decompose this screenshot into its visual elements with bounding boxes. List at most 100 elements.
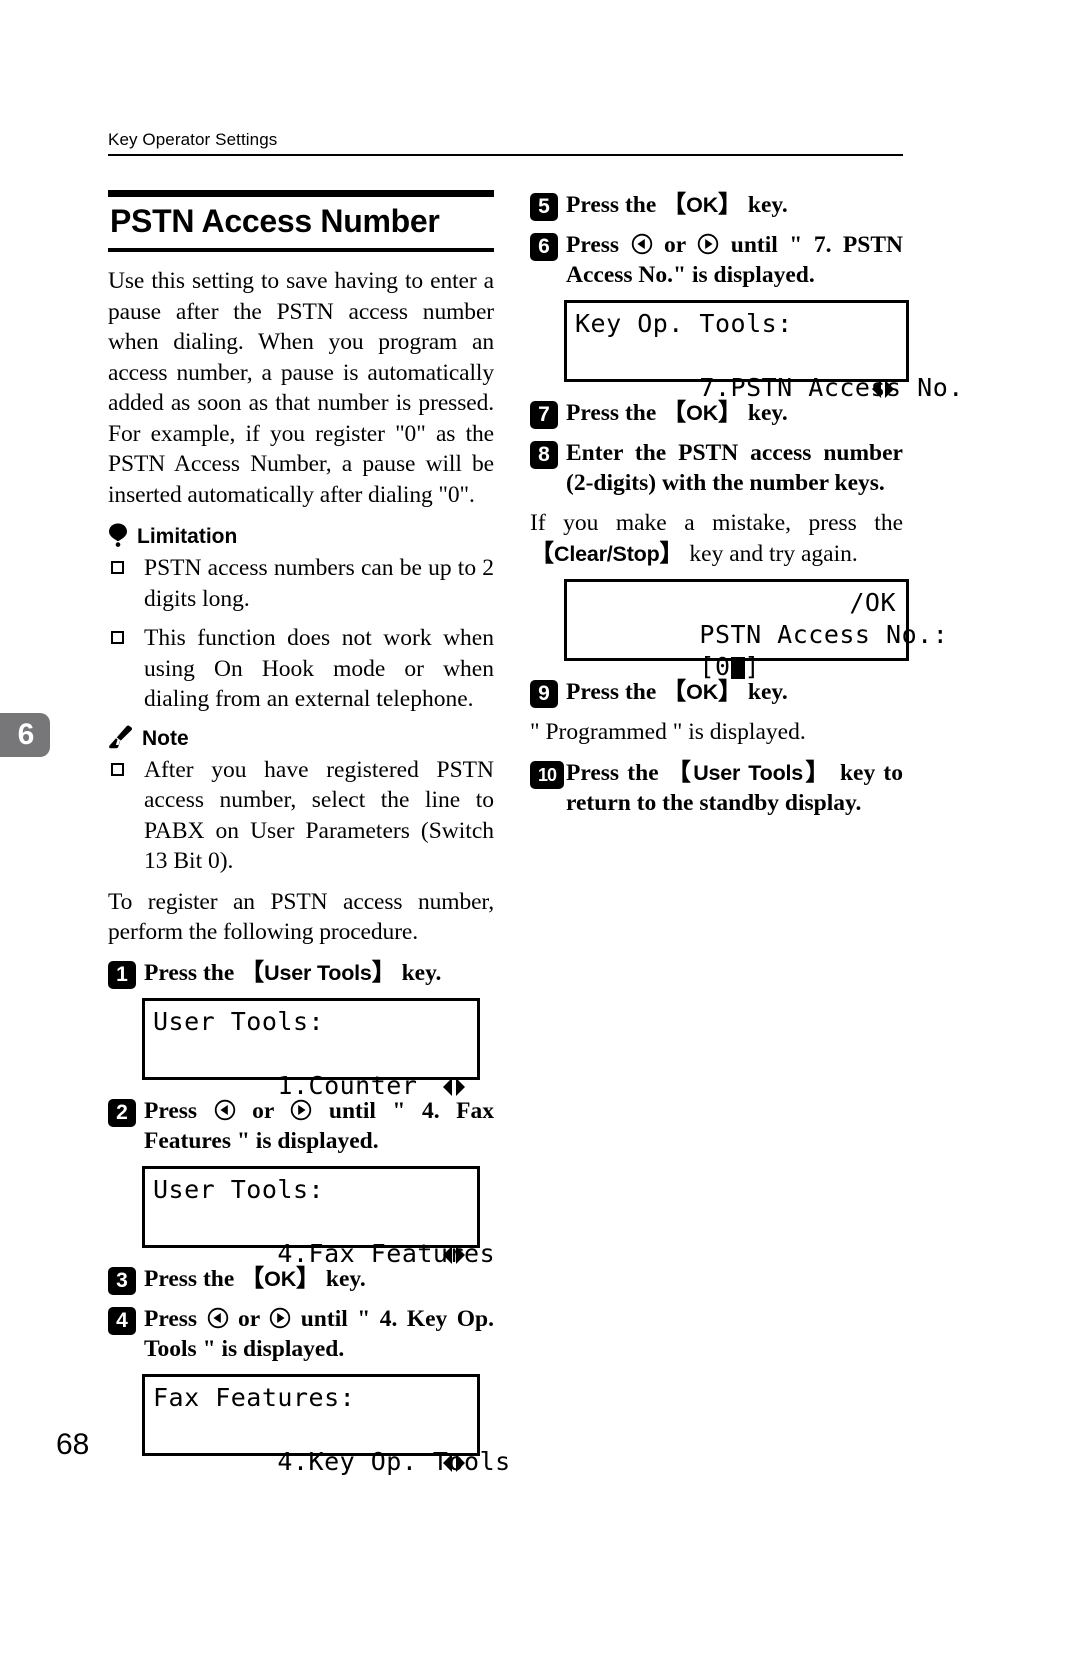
procedure-intro: To register an PSTN access number, perfo… — [108, 888, 494, 946]
lcd-line-2: 4.Key Op. Tools — [153, 1414, 510, 1476]
note-label: Note — [142, 726, 189, 750]
step-9: 9 Press the 【OK】 key. — [530, 677, 903, 708]
step-number-badge: 10 — [530, 760, 564, 789]
limitation-heading: Limitation — [108, 523, 494, 547]
section-rule-top — [108, 190, 494, 197]
balloon-icon — [109, 523, 127, 547]
right-arrow-key-icon[interactable] — [697, 233, 719, 255]
left-right-arrows-icon — [443, 1453, 465, 1472]
left-arrow-key-icon[interactable] — [214, 1099, 236, 1121]
key-label-user-tools[interactable]: User Tools — [693, 761, 803, 785]
left-arrow-key-icon[interactable] — [631, 233, 653, 255]
left-right-arrows-icon — [443, 1077, 465, 1096]
step-6: 6 Press or until " 7. PSTN Access No." i… — [530, 230, 903, 290]
step-number-badge: 3 — [108, 1266, 136, 1295]
left-arrow-key-icon[interactable] — [207, 1307, 229, 1329]
bracket-open: 【 — [662, 399, 687, 426]
step-7: 7 Press the 【OK】 key. — [530, 398, 903, 429]
limitation-list: PSTN access numbers can be up to 2 digit… — [108, 553, 494, 715]
square-bullet-icon — [111, 762, 124, 776]
step-9-subtext: " Programmed " is displayed. — [530, 719, 806, 745]
step-text: Enter the PSTN access number (2-digits) … — [566, 440, 903, 496]
lcd-line-2: 4.Fax Features — [153, 1206, 494, 1268]
list-item-text: After you have registered PSTN access nu… — [144, 756, 494, 875]
key-label-ok[interactable]: OK — [686, 401, 718, 425]
lcd-line-2: 7.PSTN Access No. — [575, 340, 963, 402]
bracket-open: 【 — [666, 758, 694, 786]
lcd-line-1-tail: /OK — [849, 588, 896, 617]
bracket-open: 【 — [240, 958, 265, 986]
step-text: or — [228, 1305, 270, 1332]
step-2: 2 Press or until " 4. Fax Features " is … — [108, 1096, 494, 1156]
page-title: PSTN Access Number — [110, 203, 440, 239]
running-header: Key Operator Settings — [108, 130, 903, 156]
bracket-close: 】 — [371, 958, 396, 986]
step-subtext-after: key and try again. — [683, 540, 858, 567]
step-text: Press the — [566, 759, 667, 786]
step-text: key. — [742, 400, 788, 426]
lcd-line-1: Key Op. Tools: — [575, 309, 793, 338]
step-text: Press — [566, 232, 631, 258]
bracket-close: 】 — [718, 191, 743, 218]
step-text: Press — [144, 1305, 207, 1332]
list-item-text: This function does not work when using O… — [144, 625, 494, 712]
chapter-tab-number: 6 — [17, 718, 35, 751]
limitation-label: Limitation — [137, 525, 238, 548]
lcd-line-1: Fax Features: — [153, 1382, 356, 1412]
key-label-ok[interactable]: OK — [686, 680, 718, 704]
right-arrow-key-icon[interactable] — [290, 1099, 312, 1121]
step-text: Press — [144, 1097, 214, 1124]
right-arrow-key-icon[interactable] — [269, 1307, 291, 1329]
bracket-open: 【 — [240, 1264, 265, 1292]
step-10: 10 Press the 【User Tools】 key to return … — [530, 758, 903, 818]
step-number-badge: 7 — [530, 401, 558, 429]
step-text: key. — [395, 959, 442, 986]
list-item: This function does not work when using O… — [108, 623, 494, 715]
lcd-display-fax-features-key-op-tools: Fax Features: 4.Key Op. Tools — [142, 1373, 510, 1476]
bracket-close: 】 — [803, 758, 832, 786]
step-number-badge: 2 — [108, 1098, 136, 1127]
step-text: Press the — [144, 1265, 241, 1292]
block-cursor-icon — [730, 657, 745, 679]
step-text: or — [652, 232, 698, 258]
lcd-display-pstn-access-no-input: PSTN Access No.: /OK [0] — [564, 579, 948, 681]
key-label-ok[interactable]: OK — [686, 193, 718, 217]
page-number: 68 — [56, 1428, 90, 1461]
bracket-open: 【 — [530, 539, 554, 567]
list-item-text: PSTN access numbers can be up to 2 digit… — [144, 555, 494, 612]
bracket-close: 】 — [718, 678, 743, 705]
step-subtext-before: If you make a mistake, press the — [530, 510, 903, 536]
step-5: 5 Press the 【OK】 key. — [530, 190, 903, 221]
step-number-badge: 8 — [530, 441, 558, 469]
lcd-display-user-tools-fax-features: User Tools: 4.Fax Features — [142, 1165, 495, 1268]
step-text: Press the — [566, 400, 663, 426]
lcd-line-1: User Tools: — [153, 1174, 325, 1204]
header-rule — [108, 154, 903, 156]
step-text: Press the — [566, 192, 663, 218]
key-label-ok[interactable]: OK — [264, 1267, 296, 1291]
step-3: 3 Press the 【OK】 key. — [108, 1264, 494, 1295]
bracket-close: 】 — [296, 1264, 321, 1292]
bracket-open: 【 — [662, 191, 687, 218]
step-text: Press the — [566, 679, 663, 705]
pencil-icon — [109, 725, 133, 748]
key-label-clear-stop[interactable]: Clear/Stop — [554, 542, 660, 566]
left-right-arrows-icon — [443, 1245, 465, 1264]
note-heading: Note — [108, 725, 494, 749]
left-right-arrows-icon — [872, 380, 894, 398]
step-text: key. — [742, 192, 788, 218]
lcd-display-user-tools-counter: User Tools: 1.Counter — [142, 997, 480, 1100]
key-label-user-tools[interactable]: User Tools — [264, 961, 372, 985]
note-list: After you have registered PSTN access nu… — [108, 755, 494, 877]
lcd-display-key-op-tools-pstn: Key Op. Tools: 7.PSTN Access No. — [564, 300, 963, 402]
step-text: key. — [320, 1265, 366, 1292]
lcd-line-1: PSTN Access No.: /OK — [575, 587, 947, 649]
step-number-badge: 9 — [530, 680, 558, 708]
chapter-tab: 6 — [0, 713, 50, 757]
step-8-subtext: If you make a mistake, press the 【Clear/… — [530, 508, 903, 569]
lcd-arrow-tail — [285, 1414, 467, 1510]
step-text: key. — [742, 679, 788, 705]
section-rule-bottom — [108, 248, 494, 252]
step-1: 1 Press the 【User Tools】 key. — [108, 958, 494, 989]
square-bullet-icon — [111, 561, 124, 574]
